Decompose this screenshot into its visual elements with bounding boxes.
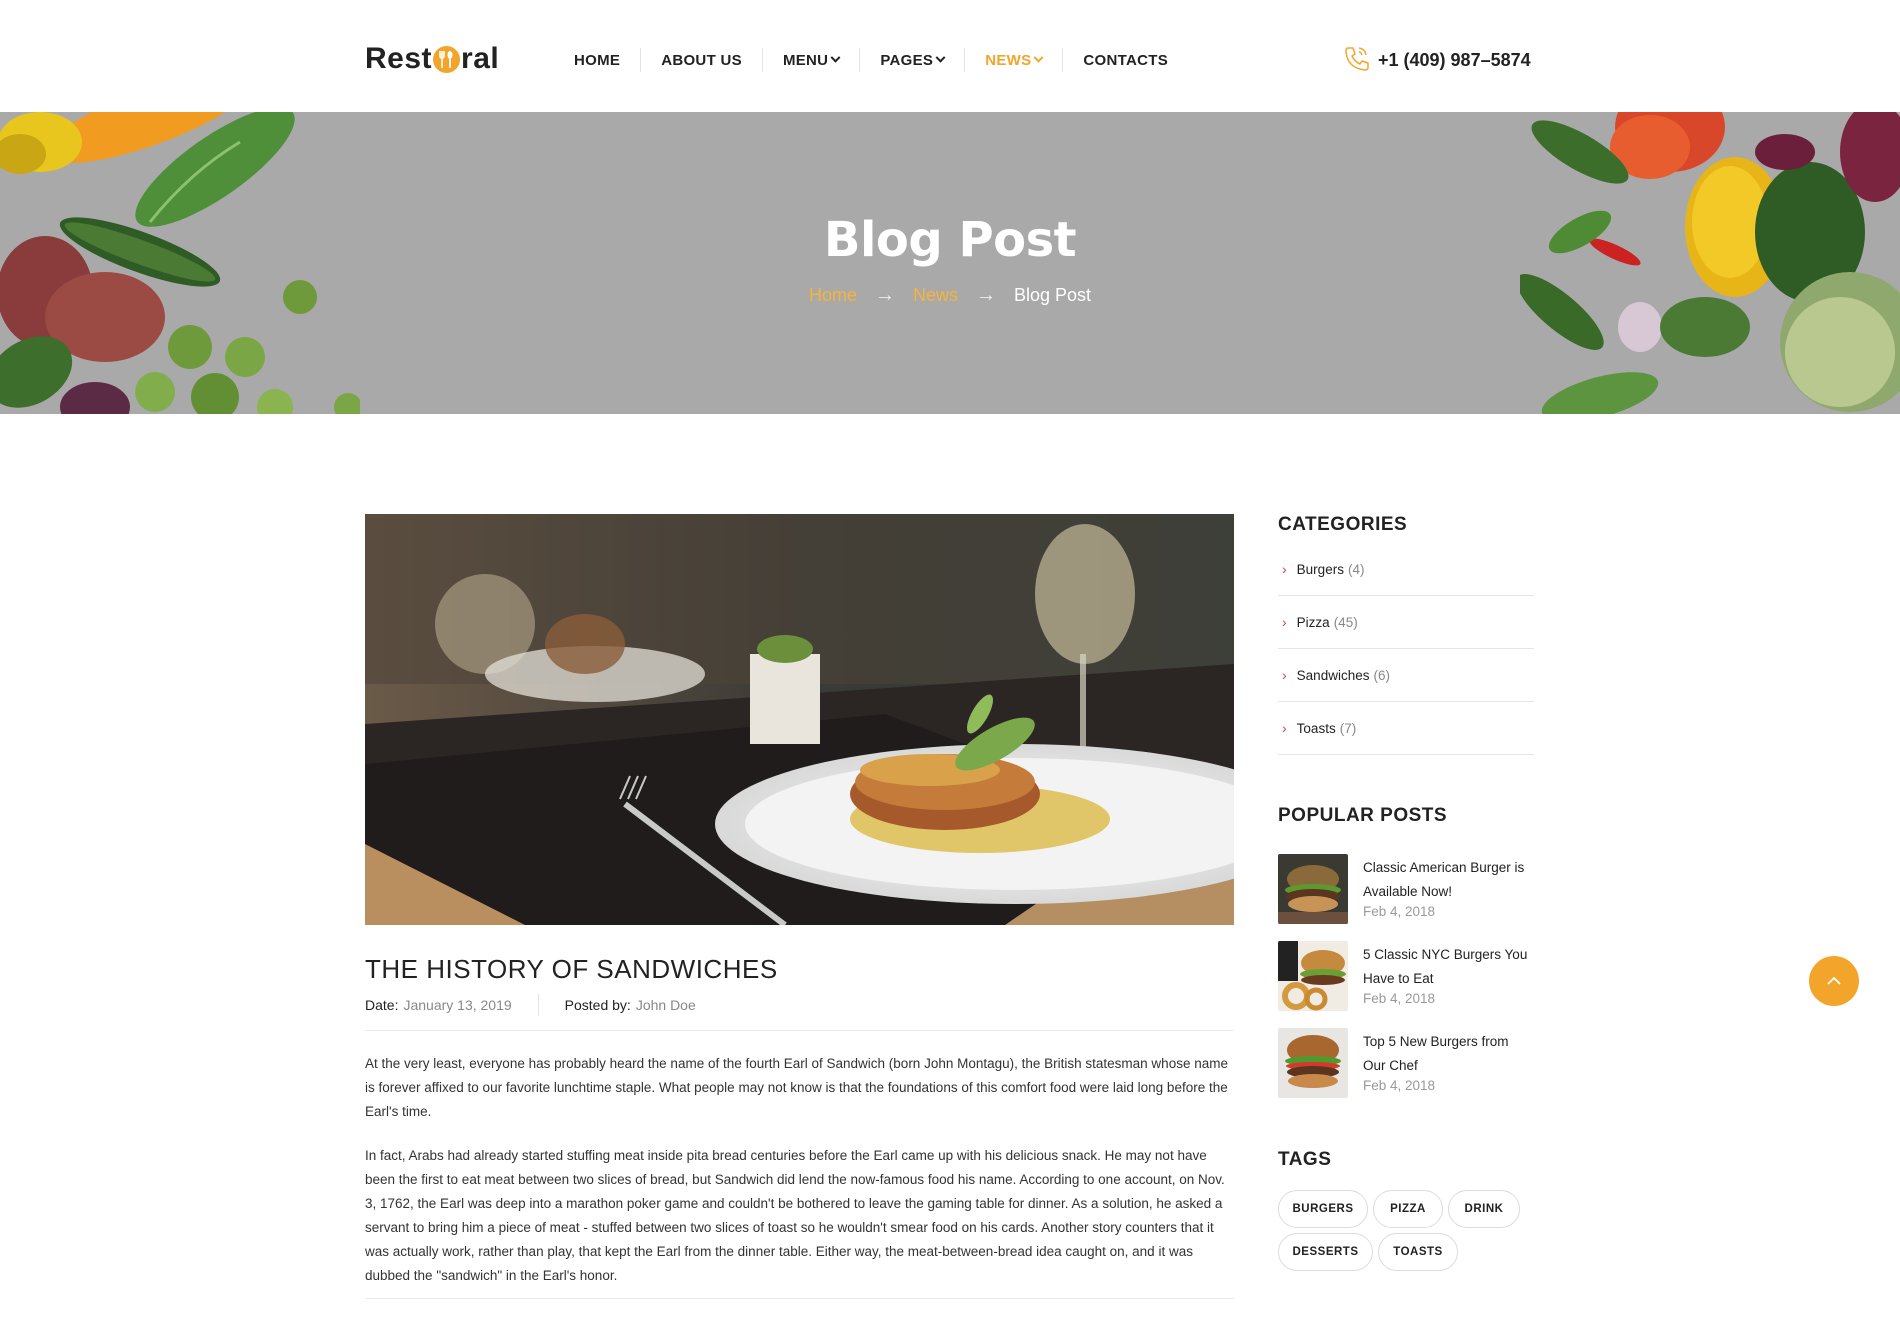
nav-label: PAGES	[880, 51, 934, 69]
category-burgers[interactable]: › Burgers (4)	[1278, 543, 1534, 596]
logo-text-right: ral	[461, 42, 500, 75]
nav-item-about-us[interactable]: ABOUT US	[640, 48, 762, 72]
post-author[interactable]: John Doe	[636, 997, 696, 1013]
categories-heading: CATEGORIES	[1278, 514, 1408, 535]
page-hero: Blog Post Home → News → Blog Post	[0, 112, 1900, 414]
nav-label: MENU	[782, 51, 829, 69]
arrow-right-icon: →	[874, 284, 895, 306]
category-name: Toasts	[1296, 720, 1336, 736]
burger-thumbnail	[1278, 854, 1348, 924]
post-paragraph: In fact, Arabs had already started stuff…	[365, 1148, 1225, 1283]
popular-post[interactable]: Top 5 New Burgers from Our Chef Feb 4, 2…	[1278, 1028, 1534, 1100]
category-toasts[interactable]: › Toasts (7)	[1278, 702, 1534, 755]
category-name: Burgers	[1296, 561, 1344, 577]
tags-heading: TAGS	[1278, 1149, 1332, 1170]
chevron-right-icon: ›	[1282, 614, 1287, 630]
tag-pizza[interactable]: PIZZA	[1373, 1190, 1443, 1228]
popular-post-date: Feb 4, 2018	[1363, 1078, 1436, 1093]
popular-post-date: Feb 4, 2018	[1363, 991, 1436, 1006]
page-title: Blog Post	[823, 212, 1077, 268]
nav-item-news[interactable]: NEWS	[964, 48, 1062, 72]
tag-desserts[interactable]: DESSERTS	[1278, 1233, 1373, 1271]
header-phone[interactable]: +1 (409) 987–5874	[1342, 44, 1531, 77]
divider	[365, 1030, 1234, 1031]
post-paragraph: At the very least, everyone has probably…	[365, 1056, 1228, 1119]
category-count: (6)	[1373, 667, 1390, 683]
site-header: Rest ral HOME ABOUT US MENU PAGES NEWS C…	[0, 0, 1900, 112]
breadcrumb-news[interactable]: News	[913, 285, 958, 306]
popular-post-title: Top 5 New Burgers from Our Chef	[1363, 1034, 1509, 1073]
nav-item-pages[interactable]: PAGES	[859, 48, 964, 72]
popular-posts-heading: POPULAR POSTS	[1278, 805, 1448, 826]
chevron-up-icon	[1827, 976, 1841, 985]
post-title: THE HISTORY OF SANDWICHES	[365, 954, 778, 984]
logo[interactable]: Rest ral	[365, 38, 499, 80]
scroll-to-top-button[interactable]	[1809, 956, 1859, 1006]
divider	[365, 1298, 1234, 1299]
nav-item-home[interactable]: HOME	[554, 48, 640, 72]
category-count: (45)	[1333, 614, 1358, 630]
burger-thumbnail	[1278, 1028, 1348, 1098]
post-date: January 13, 2019	[403, 997, 512, 1013]
meta-divider	[537, 994, 539, 1016]
breadcrumb-current: Blog Post	[1013, 285, 1092, 305]
phone-icon	[1342, 44, 1370, 77]
popular-post-title: 5 Classic NYC Burgers You Have to Eat	[1363, 947, 1528, 986]
arrow-right-icon: →	[975, 284, 996, 306]
tag-drink[interactable]: DRINK	[1448, 1190, 1520, 1228]
nav-label: NEWS	[985, 51, 1032, 69]
chevron-down-icon	[935, 52, 946, 63]
popular-post[interactable]: 5 Classic NYC Burgers You Have to Eat Fe…	[1278, 941, 1534, 1013]
category-pizza[interactable]: › Pizza (45)	[1278, 596, 1534, 649]
chevron-right-icon: ›	[1282, 720, 1287, 736]
category-count: (7)	[1339, 720, 1357, 736]
breadcrumb: Home → News → Blog Post	[0, 284, 1900, 307]
category-name: Pizza	[1296, 614, 1330, 630]
phone-number: +1 (409) 987–5874	[1378, 50, 1531, 70]
popular-post-date: Feb 4, 2018	[1363, 904, 1436, 919]
chevron-down-icon	[1033, 52, 1044, 63]
tag-toasts[interactable]: TOASTS	[1378, 1233, 1458, 1271]
chevron-right-icon: ›	[1282, 561, 1287, 577]
nav-label: ABOUT US	[661, 51, 742, 69]
fork-spoon-icon	[433, 45, 461, 73]
chevron-down-icon	[830, 52, 841, 63]
popular-post[interactable]: Classic American Burger is Available Now…	[1278, 854, 1534, 926]
post-featured-image	[365, 514, 1234, 925]
breadcrumb-home[interactable]: Home	[809, 285, 857, 306]
logo-text-left: Rest	[365, 42, 433, 75]
category-count: (4)	[1347, 561, 1365, 577]
main-nav: HOME ABOUT US MENU PAGES NEWS CONTACTS	[554, 40, 1188, 80]
post-meta: Date: January 13, 2019 Posted by: John D…	[365, 994, 696, 1016]
tag-burgers[interactable]: BURGERS	[1278, 1190, 1368, 1228]
chevron-right-icon: ›	[1282, 667, 1287, 683]
nav-item-menu[interactable]: MENU	[761, 48, 859, 72]
category-name: Sandwiches	[1296, 667, 1370, 683]
nav-label: HOME	[574, 51, 621, 69]
burger-onion-rings-thumbnail	[1278, 941, 1348, 1011]
date-label: Date:	[365, 997, 399, 1013]
category-sandwiches[interactable]: › Sandwiches (6)	[1278, 649, 1534, 702]
nav-item-contacts[interactable]: CONTACTS	[1062, 48, 1188, 72]
popular-post-title: Classic American Burger is Available Now…	[1363, 860, 1525, 899]
nav-label: CONTACTS	[1083, 51, 1169, 69]
author-label: Posted by:	[564, 997, 631, 1013]
